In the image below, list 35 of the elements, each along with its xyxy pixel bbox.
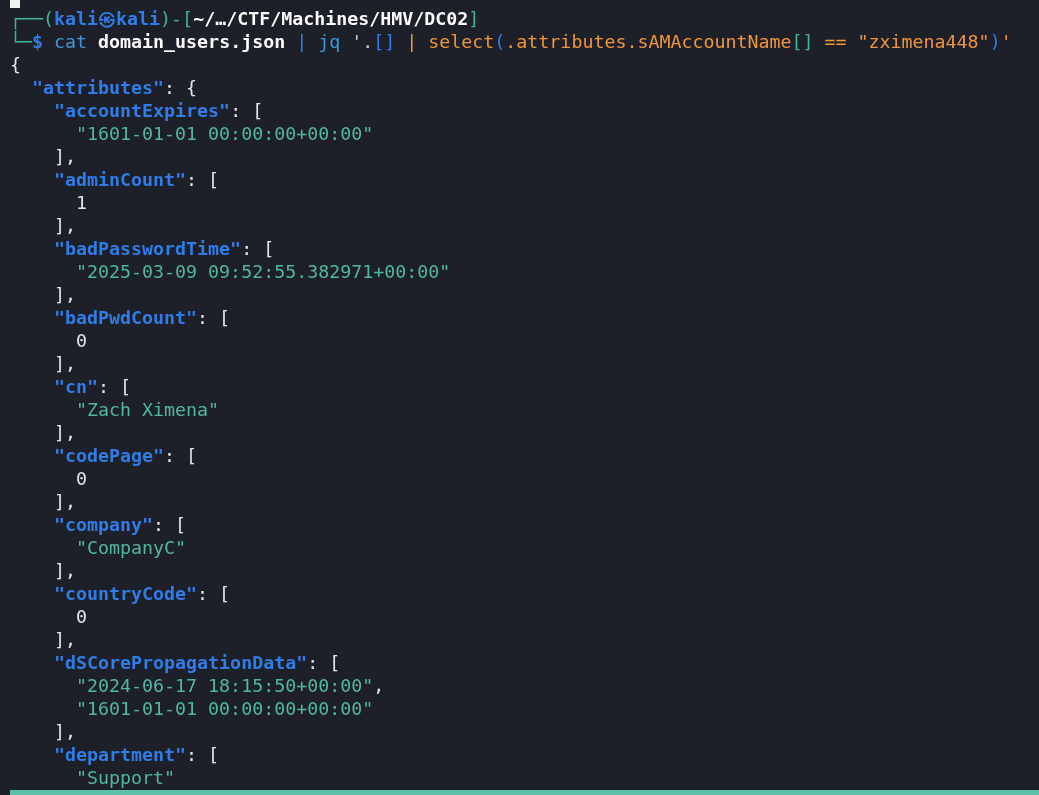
- terminal-line: ],: [53, 490, 77, 513]
- cursor-block: [10, 0, 20, 8]
- terminal-line: "dSCorePropagationData": [: [53, 651, 341, 674]
- terminal-line: {: [10, 53, 21, 76]
- terminal-line: "badPwdCount": [: [53, 306, 231, 329]
- terminal-line: └─$ cat domain_users.json | jq '.[] | select(.attributes.sAMAccountName[] == "zximena448")': [10, 30, 1012, 53]
- terminal-line: "CompanyC": [75, 536, 187, 559]
- terminal-line: ],: [53, 214, 77, 237]
- terminal-line: "badPasswordTime": [: [53, 237, 275, 260]
- terminal-line: "countryCode": [: [53, 582, 231, 605]
- terminal-line: ┌──(kali㉿kali)-[~/…/CTF/Machines/HMV/DC02]: [10, 7, 480, 30]
- terminal-line: ],: [53, 352, 77, 375]
- terminal-line: 0: [75, 605, 88, 628]
- terminal-line: "1601-01-01 00:00:00+00:00": [75, 122, 374, 145]
- terminal-line: "codePage": [: [53, 444, 198, 467]
- terminal-line: "2025-03-09 09:52:55.382971+00:00": [75, 260, 451, 283]
- terminal-line: ],: [53, 628, 77, 651]
- terminal-line: "1601-01-01 00:00:00+00:00": [75, 697, 374, 720]
- terminal-line: ],: [53, 421, 77, 444]
- terminal-line: "2024-06-17 18:15:50+00:00",: [75, 674, 385, 697]
- terminal-line: 0: [75, 329, 88, 352]
- terminal-line: ],: [53, 145, 77, 168]
- terminal-line: "company": [: [53, 513, 187, 536]
- terminal-line: ],: [53, 720, 77, 743]
- terminal-line: "Zach Ximena": [75, 398, 220, 421]
- terminal-line: "cn": [: [53, 375, 132, 398]
- terminal-line: 1: [75, 191, 88, 214]
- terminal-line: ],: [53, 559, 77, 582]
- terminal-line: "department": [: [53, 743, 220, 766]
- terminal-line: "accountExpires": [: [53, 99, 264, 122]
- terminal-line: "attributes": {: [31, 76, 198, 99]
- terminal-line: 0: [75, 467, 88, 490]
- terminal-line: ],: [53, 283, 77, 306]
- terminal-line: "Support": [75, 766, 176, 789]
- terminal-line: "adminCount": [: [53, 168, 220, 191]
